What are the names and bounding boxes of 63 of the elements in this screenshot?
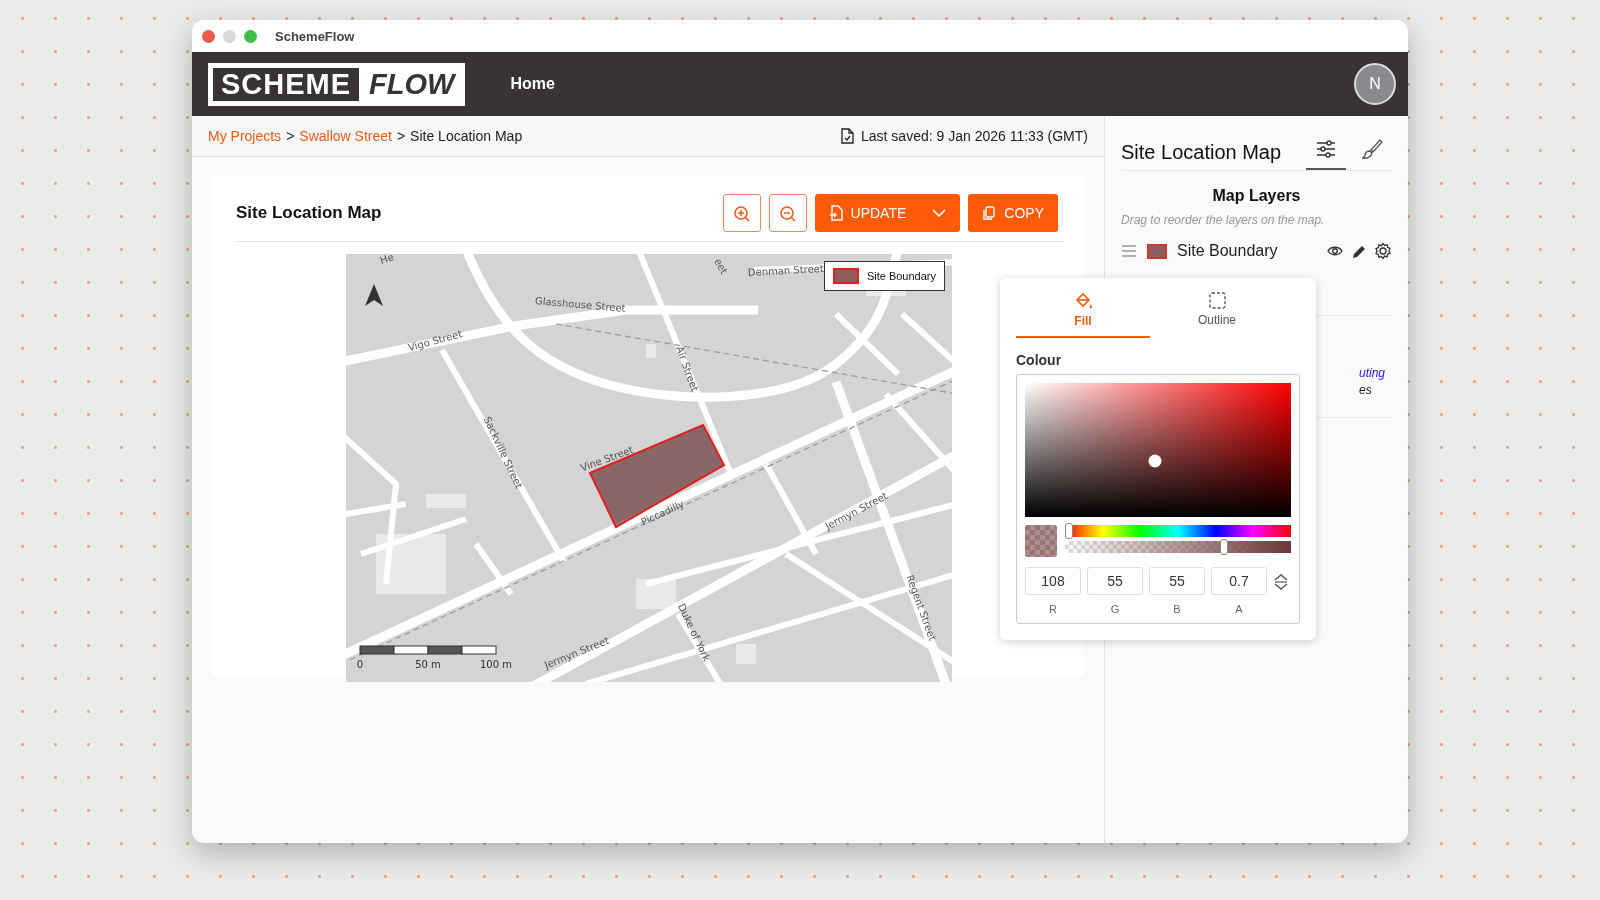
scale-label: 50 m bbox=[415, 659, 441, 670]
scale-label: 100 m bbox=[480, 659, 512, 670]
dashed-square-icon bbox=[1208, 292, 1226, 309]
scale-label: 0 bbox=[356, 659, 364, 670]
settings-icon[interactable] bbox=[1374, 242, 1392, 260]
channel-label: G bbox=[1110, 603, 1120, 615]
eye-icon[interactable] bbox=[1327, 244, 1343, 258]
section-heading: Colour bbox=[1016, 352, 1063, 368]
description-text: es bbox=[1359, 383, 1373, 397]
colour-value-field[interactable]: 55 bbox=[1087, 567, 1143, 595]
chevron-down-icon bbox=[932, 209, 947, 217]
street-label: Vine Street bbox=[578, 444, 635, 474]
breadcrumb-current: Site Location Map bbox=[410, 128, 523, 144]
hint-text: Drag to reorder the layers on the map. bbox=[1121, 213, 1326, 227]
last-saved-text: Last saved: 9 Jan 2026 11:33 (GMT) bbox=[861, 128, 1088, 144]
logo[interactable]: SCHEME FLOW bbox=[208, 62, 466, 106]
zoom-in-icon bbox=[733, 204, 751, 222]
popover-tab[interactable]: Outline bbox=[1150, 286, 1284, 338]
pencil-icon[interactable] bbox=[1351, 243, 1366, 259]
alpha-slider[interactable] bbox=[1065, 541, 1291, 553]
section-heading: Map Layers bbox=[1211, 187, 1302, 205]
channel-label: R bbox=[1049, 603, 1057, 615]
street-label: Denman Street bbox=[747, 263, 825, 278]
window-title: SchemeFlow bbox=[275, 28, 355, 44]
north-arrow-icon bbox=[365, 284, 383, 306]
slider-thumb[interactable] bbox=[1220, 539, 1229, 555]
stepper-icon[interactable] bbox=[1273, 574, 1289, 590]
panel-title: Site Location Map bbox=[1121, 141, 1282, 165]
zoom-in-button[interactable] bbox=[722, 194, 761, 232]
close-button[interactable] bbox=[202, 29, 215, 43]
brush-icon bbox=[1361, 138, 1383, 160]
breadcrumb-separator: > bbox=[286, 128, 295, 144]
channel-label: B bbox=[1173, 603, 1181, 615]
channel-label: A bbox=[1235, 603, 1243, 615]
file-import-icon bbox=[828, 205, 843, 221]
copy-icon bbox=[982, 205, 997, 221]
document-check-icon bbox=[840, 128, 855, 144]
street-label: Duke of York bbox=[676, 601, 713, 664]
paint-bucket-icon bbox=[1073, 292, 1093, 310]
slider-thumb[interactable] bbox=[1065, 523, 1073, 539]
breadcrumb-separator: > bbox=[396, 128, 406, 144]
legend-swatch bbox=[832, 268, 859, 284]
street-label: eet bbox=[712, 256, 730, 277]
colour-value-field[interactable]: 55 bbox=[1149, 567, 1205, 595]
link-text[interactable]: uting bbox=[1359, 366, 1392, 380]
street-label: Glasshouse Street bbox=[534, 295, 626, 314]
hue-slider[interactable] bbox=[1065, 525, 1291, 537]
sliders-icon bbox=[1316, 140, 1336, 158]
street-label: Vigo Street bbox=[406, 328, 464, 354]
street-label: Air Street bbox=[674, 344, 701, 393]
layer-swatch bbox=[1147, 243, 1167, 259]
nav-link[interactable]: Home bbox=[510, 75, 555, 93]
picker-handle[interactable] bbox=[1148, 454, 1162, 468]
drag-handle-icon[interactable] bbox=[1121, 244, 1137, 258]
card-title: Site Location Map bbox=[236, 203, 382, 223]
legend-label: Site Boundary bbox=[866, 270, 936, 282]
colour-preview bbox=[1025, 525, 1057, 557]
colour-value-field[interactable]: 0.7 bbox=[1211, 567, 1267, 595]
layer-name: Site Boundary bbox=[1177, 242, 1278, 260]
saturation-area[interactable] bbox=[1025, 383, 1291, 517]
zoom-out-icon bbox=[779, 204, 797, 222]
colour-value-field[interactable]: 108 bbox=[1025, 567, 1081, 595]
zoom-out-button[interactable] bbox=[768, 194, 807, 232]
